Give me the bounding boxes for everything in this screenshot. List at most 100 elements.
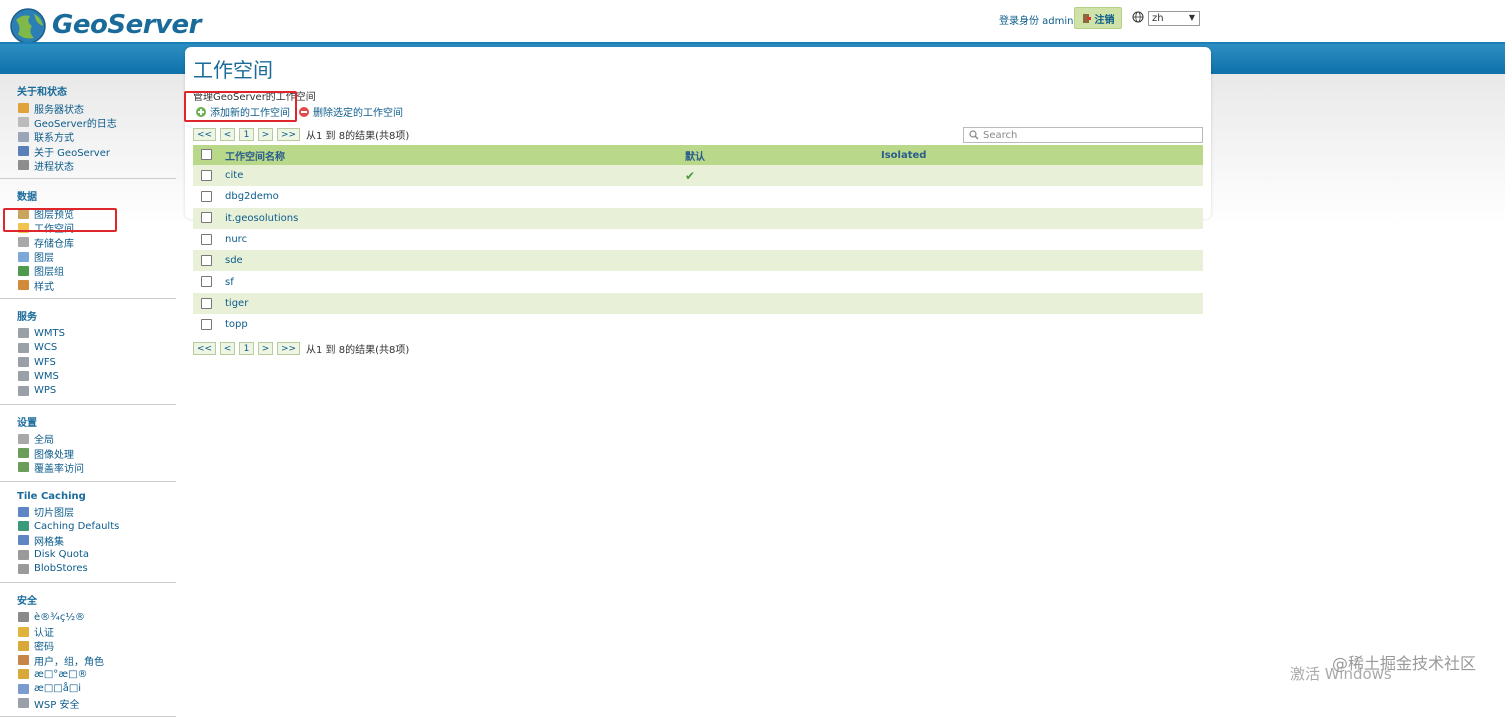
table-row: tiger	[193, 292, 1203, 315]
row-checkbox[interactable]	[201, 276, 212, 288]
document-icon	[18, 117, 29, 128]
search-placeholder: Search	[983, 129, 1018, 141]
info-icon	[18, 146, 29, 157]
table-row: cite ✔	[193, 165, 1203, 187]
pager-next-button[interactable]: >	[258, 342, 273, 355]
header-isolated[interactable]: Isolated	[881, 145, 1203, 165]
sidebar-section-title: Tile Caching	[17, 490, 86, 502]
sidebar-item[interactable]: 覆盖率访问	[0, 460, 176, 475]
pager-first-button[interactable]: <<	[193, 128, 216, 141]
header-workspace-name[interactable]: 工作空间名称	[225, 145, 685, 165]
globe-icon	[18, 521, 29, 532]
search-icon	[969, 130, 979, 140]
layer-icon	[18, 251, 29, 262]
sidebar-item[interactable]: 图层	[0, 249, 176, 264]
sidebar-item[interactable]: WPS	[0, 383, 176, 397]
remove-workspace-label: 删除选定的工作空间	[313, 108, 403, 119]
logout-button[interactable]: 注销	[1074, 7, 1122, 29]
pager-result-text: 从1 到 8的结果(共8项)	[306, 131, 410, 142]
image-icon	[18, 448, 29, 459]
pager-prev-button[interactable]: <	[220, 342, 235, 355]
sidebar-item[interactable]: 图像处理	[0, 446, 176, 461]
contact-card-icon	[18, 131, 29, 142]
sidebar-item[interactable]: 密码	[0, 639, 176, 653]
sidebar-item[interactable]: Disk Quota	[0, 548, 176, 562]
sidebar-item[interactable]: Caching Defaults	[0, 519, 176, 533]
users-icon	[18, 655, 29, 666]
disk-icon	[18, 549, 29, 560]
sidebar-item[interactable]: æ□°æ□®	[0, 667, 176, 681]
row-checkbox[interactable]	[201, 191, 212, 203]
sidebar-item[interactable]: WFS	[0, 355, 176, 369]
globe-icon	[1132, 11, 1144, 23]
logout-icon	[1082, 13, 1091, 23]
sidebar: 关于和状态 服务器状态 GeoServer的日志 联系方式 关于 GeoServer 进程…	[0, 80, 176, 723]
row-checkbox[interactable]	[201, 255, 212, 267]
isolated-cell	[881, 250, 1203, 272]
row-checkbox[interactable]	[201, 169, 212, 181]
logo-text[interactable]: GeoServer	[52, 10, 201, 40]
pager-page-button[interactable]: 1	[239, 128, 254, 141]
sidebar-item[interactable]: WMS	[0, 369, 176, 383]
select-all-checkbox[interactable]	[201, 149, 212, 161]
sidebar-item[interactable]: 全局	[0, 432, 176, 446]
sidebar-item-label: WPS	[34, 385, 57, 397]
workspace-name-link[interactable]: it.geosolutions	[225, 207, 685, 229]
key-icon	[18, 612, 29, 623]
sidebar-item[interactable]: 认证	[0, 624, 176, 639]
language-value: zh	[1152, 13, 1164, 24]
pager-page-button[interactable]: 1	[239, 342, 254, 355]
table-row: nurc	[193, 228, 1203, 251]
sidebar-item[interactable]: 服务器状态	[0, 101, 176, 116]
table-row: topp	[193, 314, 1203, 336]
sidebar-item-label: 图层组	[34, 267, 64, 279]
isolated-cell	[881, 292, 1203, 315]
sidebar-item[interactable]: 联系方式	[0, 130, 176, 144]
search-input[interactable]: Search	[963, 127, 1203, 143]
default-check-icon	[685, 292, 881, 315]
workspace-name-link[interactable]: topp	[225, 314, 685, 336]
sidebar-item[interactable]: WSP 安全	[0, 696, 176, 711]
workspace-name-link[interactable]: dbg2demo	[225, 186, 685, 208]
sidebar-item[interactable]: WMTS	[0, 326, 176, 340]
pager-next-button[interactable]: >	[258, 128, 273, 141]
row-checkbox[interactable]	[201, 318, 212, 330]
sidebar-item[interactable]: æ□□å□i	[0, 682, 176, 696]
pager-last-button[interactable]: >>	[277, 128, 300, 141]
row-checkbox[interactable]	[201, 212, 212, 224]
server-icon	[18, 433, 29, 444]
sidebar-item[interactable]: 样式	[0, 278, 176, 293]
sidebar-item[interactable]: 关于 GeoServer	[0, 144, 176, 159]
sidebar-item-label: Caching Defaults	[34, 520, 120, 532]
sidebar-item[interactable]: è®¾ç½®	[0, 610, 176, 624]
sidebar-item[interactable]: 切片图层	[0, 505, 176, 519]
sidebar-item-label: 全局	[34, 435, 54, 447]
workspace-name-link[interactable]: nurc	[225, 228, 685, 251]
sidebar-item[interactable]: WCS	[0, 341, 176, 355]
table-row: it.geosolutions	[193, 207, 1203, 229]
sidebar-item[interactable]: GeoServer的日志	[0, 115, 176, 130]
sidebar-item[interactable]: 网格集	[0, 533, 176, 548]
sidebar-item-label: GeoServer的日志	[34, 118, 117, 130]
sidebar-item[interactable]: 存储仓库	[0, 235, 176, 250]
sidebar-item[interactable]: BlobStores	[0, 562, 176, 576]
row-checkbox[interactable]	[201, 233, 212, 245]
workspace-name-link[interactable]: cite	[225, 165, 685, 187]
geoserver-logo-icon[interactable]	[8, 6, 48, 46]
sidebar-item[interactable]: 用户，组，角色	[0, 653, 176, 668]
workspace-name-link[interactable]: sde	[225, 250, 685, 272]
pager-last-button[interactable]: >>	[277, 342, 300, 355]
remove-workspace-link[interactable]: 删除选定的工作空间	[299, 104, 403, 119]
sidebar-item-label: 密码	[34, 642, 54, 654]
row-checkbox[interactable]	[201, 297, 212, 309]
workspace-name-link[interactable]: tiger	[225, 292, 685, 315]
table-header-row: 工作空间名称 默认 Isolated	[193, 145, 1203, 165]
sidebar-item-label: WCS	[34, 342, 58, 354]
sidebar-item[interactable]: 图层组	[0, 264, 176, 278]
workspace-name-link[interactable]: sf	[225, 271, 685, 293]
language-select[interactable]: zh ▼	[1148, 11, 1200, 26]
pager-first-button[interactable]: <<	[193, 342, 216, 355]
header-default[interactable]: 默认	[685, 145, 881, 165]
pager-prev-button[interactable]: <	[220, 128, 235, 141]
sidebar-item[interactable]: 进程状态	[0, 158, 176, 173]
